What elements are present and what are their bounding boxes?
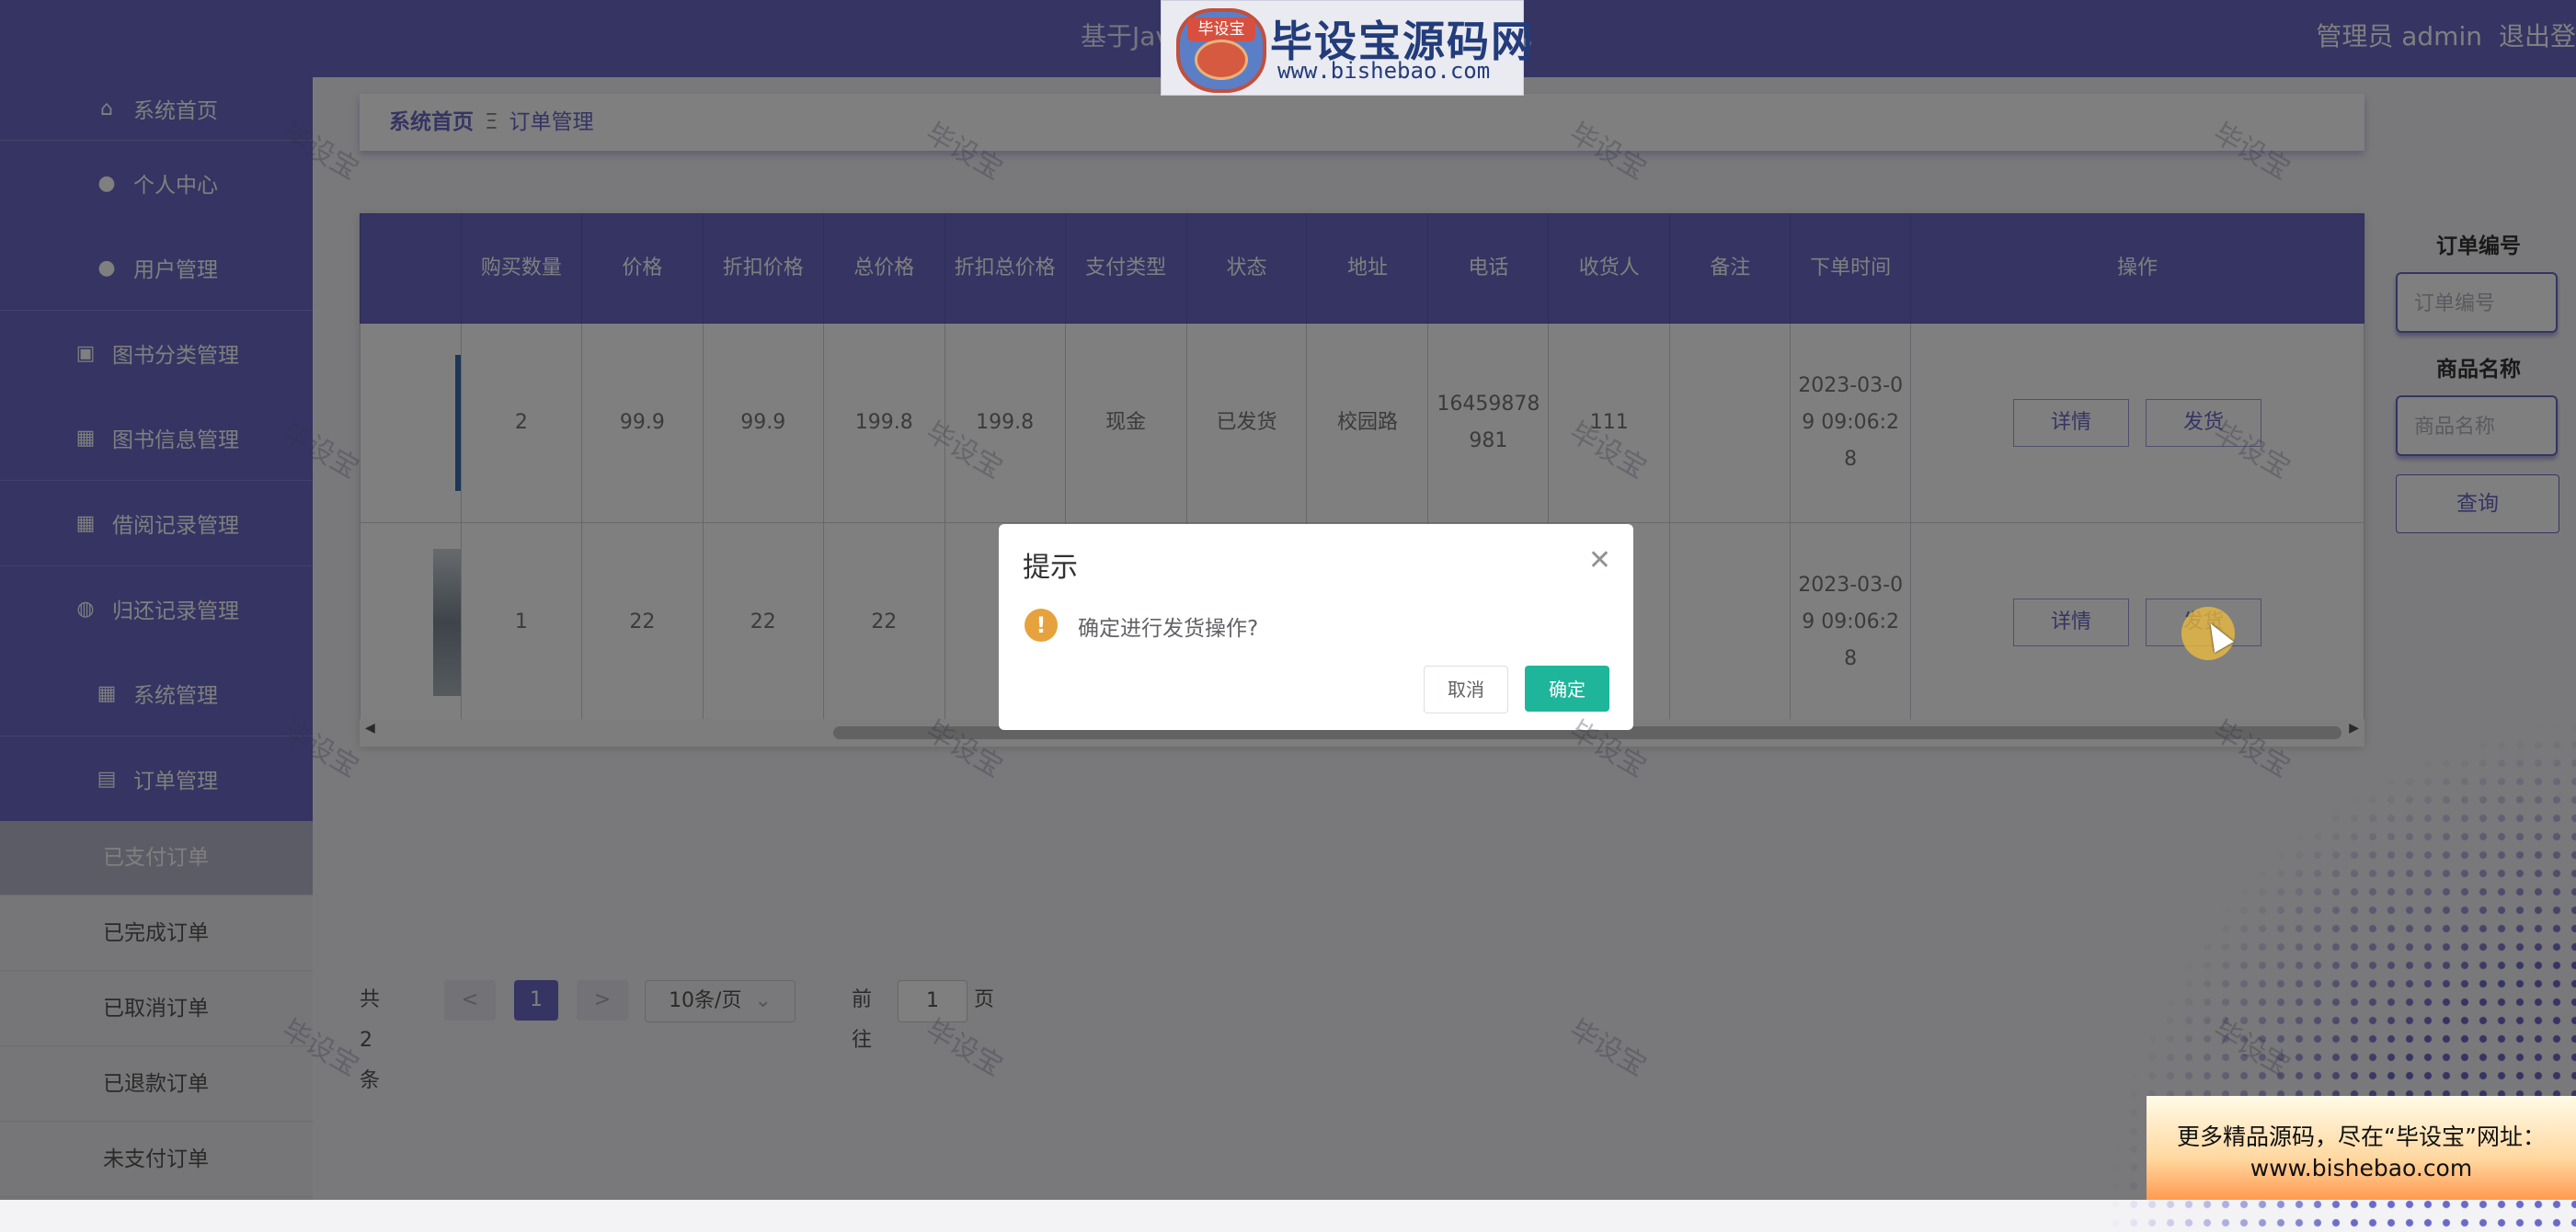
confirm-dialog: 提示 ✕ ! 确定进行发货操作? 取消 确定 [999, 524, 1633, 730]
cancel-button[interactable]: 取消 [1424, 666, 1508, 713]
promo-banner: 更多精品源码，尽在“毕设宝”网址： www.bishebao.com [2147, 1096, 2576, 1200]
promo-line-2: www.bishebao.com [2250, 1155, 2473, 1181]
close-icon[interactable]: ✕ [1588, 544, 1611, 576]
site-logo: 毕设宝 毕设宝源码网 www.bishebao.com [1161, 0, 1533, 96]
confirm-button[interactable]: 确定 [1525, 666, 1609, 712]
logo-mark-icon: 毕设宝 [1176, 8, 1266, 93]
warning-icon: ! [1025, 609, 1058, 642]
logo-url: www.bishebao.com [1277, 58, 1491, 84]
logo-badge: 毕设宝 [1187, 17, 1255, 41]
dialog-title: 提示 [1023, 552, 1078, 584]
promo-line-1: 更多精品源码，尽在“毕设宝”网址： [2177, 1124, 2546, 1150]
dialog-message: 确定进行发货操作? [1078, 617, 1259, 641]
